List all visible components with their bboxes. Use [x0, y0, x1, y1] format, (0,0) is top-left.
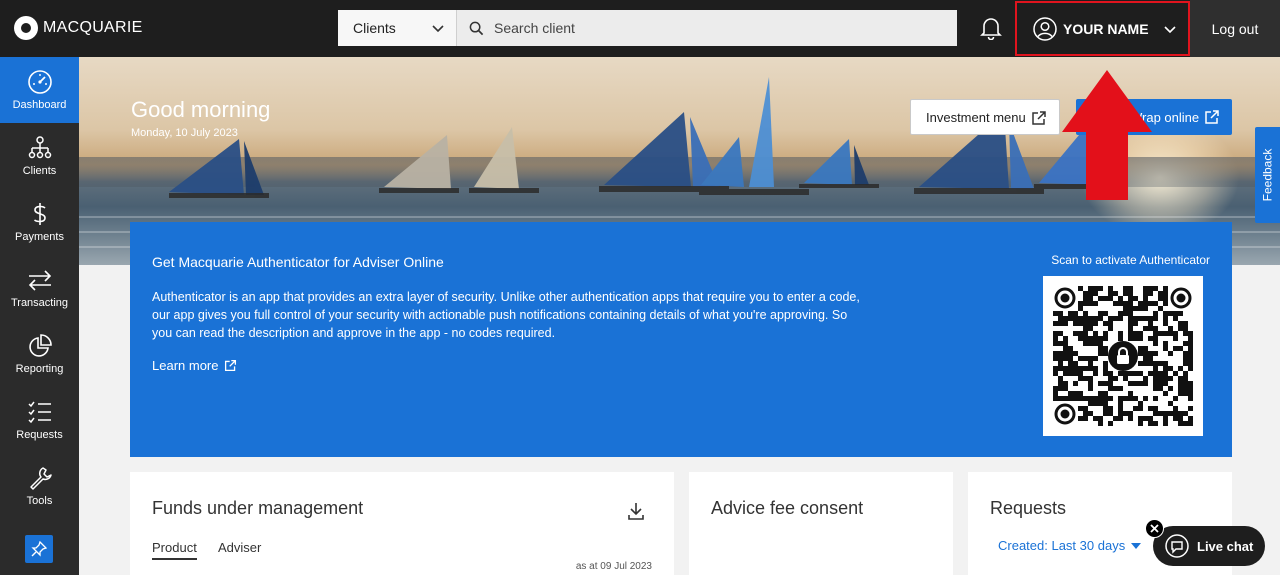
sidebar-item-label: Reporting [15, 363, 64, 375]
sidebar-item-payments[interactable]: Payments [0, 189, 79, 255]
search-input[interactable]: Search client [457, 10, 957, 46]
close-icon [1150, 524, 1159, 533]
current-date: Monday, 10 July 2023 [131, 127, 238, 139]
chat-bubble-icon [1165, 534, 1189, 558]
logo-wordmark: MACQUARIE [43, 19, 143, 36]
notifications-bell-icon[interactable] [980, 16, 1002, 40]
funds-under-management-card: Funds under management Product Adviser a… [130, 472, 674, 575]
search-icon [469, 21, 484, 35]
sidebar-item-label: Tools [26, 495, 53, 507]
sidebar-item-dashboard[interactable]: Dashboard [0, 57, 79, 123]
user-menu-button[interactable]: YOUR NAME [1015, 1, 1190, 56]
authenticator-description: Authenticator is an app that provides an… [152, 290, 860, 340]
feedback-label: Feedback [1260, 148, 1275, 202]
user-avatar-icon [1033, 16, 1057, 41]
learn-more-link[interactable]: Learn more [152, 358, 237, 373]
requests-card-title: Requests [990, 498, 1067, 518]
feedback-tab[interactable]: Feedback [1255, 127, 1280, 223]
pie-chart-icon [28, 334, 52, 357]
sidebar-item-label: Payments [15, 231, 64, 243]
authenticator-title: Get Macquarie Authenticator for Adviser … [152, 254, 444, 270]
close-chat-button[interactable] [1145, 519, 1164, 538]
logo-mark-icon [14, 16, 38, 40]
sidebar-item-reporting[interactable]: Reporting [0, 321, 79, 387]
tab-product[interactable]: Product [152, 540, 197, 560]
funds-card-title: Funds under management [152, 498, 364, 518]
macquarie-logo[interactable]: MACQUARIE [14, 16, 143, 40]
caret-down-icon [1131, 542, 1142, 549]
top-bar: MACQUARIE Clients Search client YOUR NAM… [0, 0, 1280, 57]
scan-qr-label: Scan to activate Authenticator [1051, 253, 1210, 267]
external-link-icon [1205, 110, 1219, 124]
transfer-icon [28, 270, 51, 291]
sidebar-item-label: Transacting [10, 297, 69, 309]
authenticator-banner: Get Macquarie Authenticator for Adviser … [130, 222, 1232, 457]
qr-code-icon [1053, 286, 1193, 426]
sidebar-item-requests[interactable]: Requests [0, 387, 79, 453]
search-scope-label: Clients [353, 20, 396, 36]
pin-sidebar-button[interactable] [25, 535, 53, 563]
dashboard-icon [27, 70, 52, 94]
learn-more-label: Learn more [152, 358, 219, 373]
sidebar-item-label: Requests [16, 429, 63, 441]
clients-icon [28, 136, 51, 159]
greeting-heading: Good morning [131, 97, 271, 122]
advice-fee-consent-card: Advice fee consent [689, 472, 953, 575]
sidebar-item-clients[interactable]: Clients [0, 123, 79, 189]
sidebar: Dashboard Clients Payments Transacting R… [0, 57, 79, 575]
sidebar-item-tools[interactable]: Tools [0, 453, 79, 519]
requests-filter-label: Created: Last 30 days [998, 538, 1126, 553]
dollar-icon [33, 203, 46, 225]
investment-menu-button[interactable]: Investment menu [910, 99, 1060, 135]
wrench-icon [29, 467, 52, 490]
sidebar-item-label: Clients [22, 165, 57, 177]
search-bar: Clients Search client [338, 10, 957, 46]
user-name: YOUR NAME [1063, 20, 1149, 37]
logout-button[interactable]: Log out [1190, 0, 1280, 57]
pin-icon [31, 541, 47, 557]
search-scope-dropdown[interactable]: Clients [338, 10, 457, 46]
external-link-icon [1032, 111, 1046, 125]
search-placeholder: Search client [494, 20, 575, 36]
tab-adviser[interactable]: Adviser [218, 540, 261, 555]
external-link-icon [225, 359, 237, 372]
chevron-down-icon [1164, 26, 1176, 34]
checklist-icon [27, 401, 51, 424]
requests-date-filter[interactable]: Created: Last 30 days [998, 538, 1142, 553]
chevron-down-icon [432, 25, 444, 33]
authenticator-qr-code [1043, 276, 1203, 436]
live-chat-label: Live chat [1197, 538, 1254, 554]
sidebar-item-transacting[interactable]: Transacting [0, 255, 79, 321]
as-at-date: as at 09 Jul 2023 [575, 561, 652, 572]
fee-card-title: Advice fee consent [711, 498, 864, 518]
live-chat-button[interactable]: Live chat [1153, 526, 1265, 566]
sidebar-item-label: Dashboard [12, 99, 67, 111]
red-arrow-annotation [1062, 70, 1152, 200]
investment-menu-label: Investment menu [926, 109, 1026, 125]
download-icon[interactable] [628, 502, 644, 520]
